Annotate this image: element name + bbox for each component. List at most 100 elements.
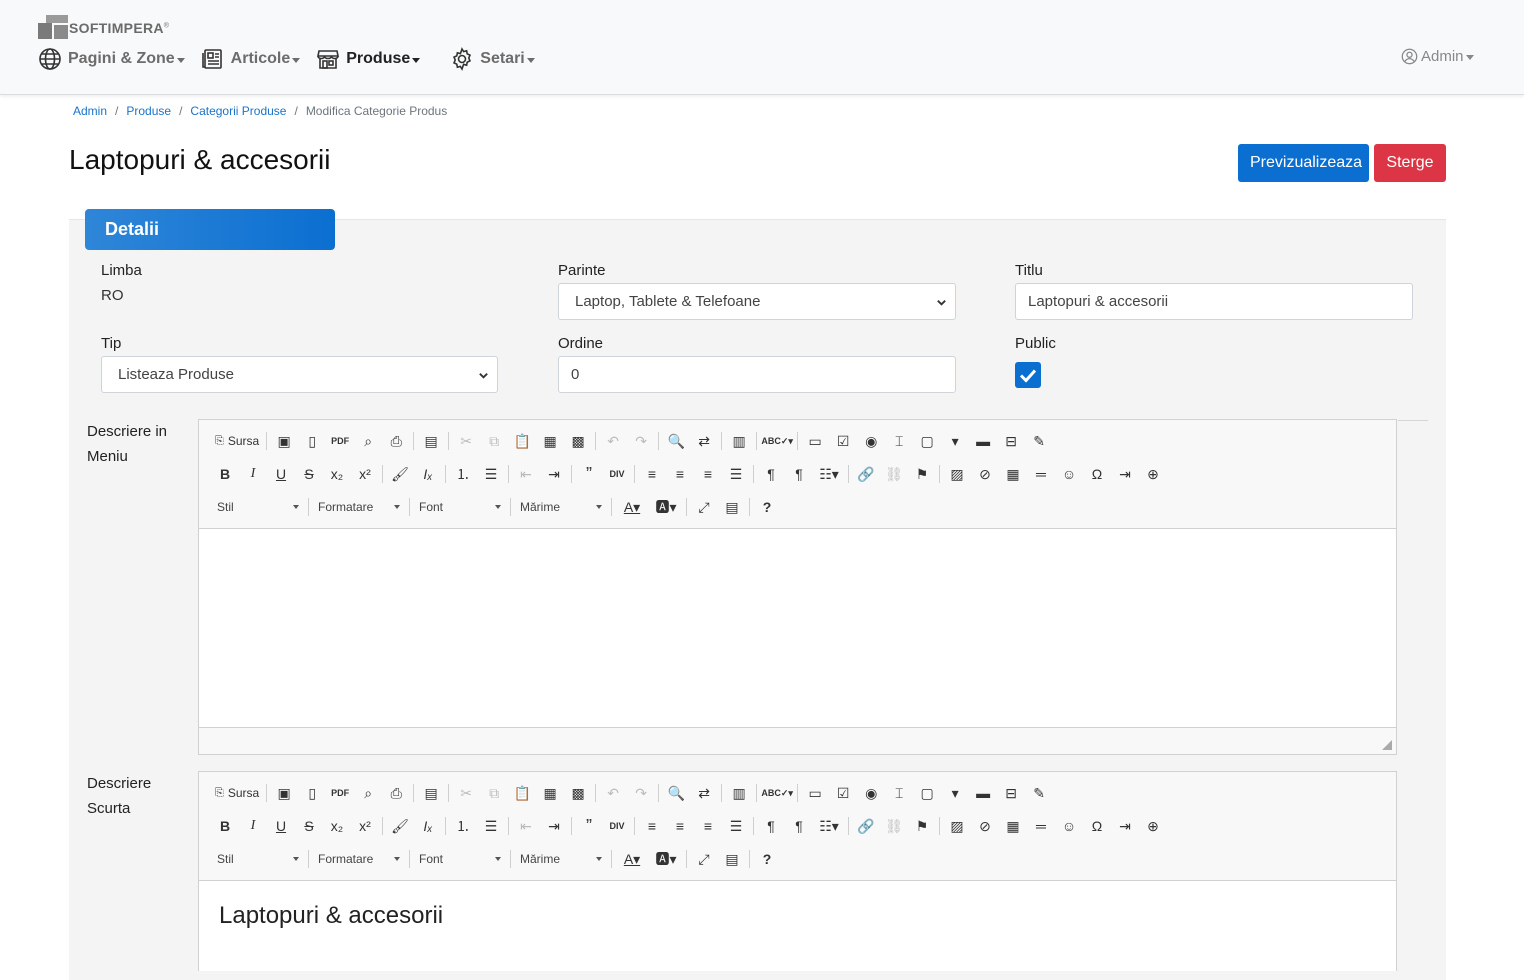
subscript-icon[interactable]: x₂ bbox=[323, 814, 351, 838]
undo-icon[interactable]: ↶ bbox=[599, 781, 627, 805]
page-break-icon[interactable]: ⇥ bbox=[1111, 814, 1139, 838]
public-checkbox[interactable] bbox=[1015, 362, 1041, 388]
subscript-icon[interactable]: x₂ bbox=[323, 462, 351, 486]
strike-icon[interactable]: S bbox=[295, 462, 323, 486]
link-icon[interactable]: 🔗 bbox=[852, 462, 880, 486]
breadcrumb-produse[interactable]: Produse bbox=[126, 104, 171, 118]
paste-icon[interactable]: 📋 bbox=[508, 781, 536, 805]
paste-text-icon[interactable]: ▦ bbox=[536, 429, 564, 453]
align-left-icon[interactable]: ≡ bbox=[638, 814, 666, 838]
image-button-icon[interactable]: ⊟ bbox=[997, 429, 1025, 453]
table-icon[interactable]: ▦ bbox=[999, 814, 1027, 838]
nav-produse[interactable]: Produse bbox=[316, 45, 421, 73]
print-icon[interactable]: ⎙ bbox=[382, 429, 410, 453]
radio-icon[interactable]: ◉ bbox=[857, 781, 885, 805]
user-menu[interactable]: Admin bbox=[1401, 48, 1474, 65]
image-icon[interactable]: ▨ bbox=[943, 814, 971, 838]
link-icon[interactable]: 🔗 bbox=[852, 814, 880, 838]
maximize-icon[interactable]: ⤢ bbox=[690, 495, 718, 519]
editor-content[interactable] bbox=[199, 528, 1396, 728]
new-page-icon[interactable]: ▯ bbox=[298, 429, 326, 453]
smiley-icon[interactable]: ☺ bbox=[1055, 462, 1083, 486]
ordine-input[interactable]: 0 bbox=[558, 356, 956, 393]
parinte-select[interactable]: Laptop, Tablete & Telefoane bbox=[558, 283, 956, 320]
show-blocks-icon[interactable]: ▤ bbox=[718, 847, 746, 871]
checkbox-icon[interactable]: ☑ bbox=[829, 429, 857, 453]
anchor-flag-icon[interactable]: ⚑ bbox=[908, 462, 936, 486]
copy-icon[interactable]: ⧉ bbox=[480, 429, 508, 453]
checkbox-icon[interactable]: ☑ bbox=[829, 781, 857, 805]
language-icon[interactable]: ☷▾ bbox=[813, 462, 845, 486]
preview-icon[interactable]: ⌕ bbox=[354, 781, 382, 805]
redo-icon[interactable]: ↷ bbox=[627, 429, 655, 453]
bold-icon[interactable]: B bbox=[211, 814, 239, 838]
indent-icon[interactable]: ⇥ bbox=[540, 462, 568, 486]
editor-content[interactable]: Laptopuri & accesorii bbox=[199, 880, 1396, 972]
form-icon[interactable]: ▭ bbox=[801, 429, 829, 453]
export-pdf-icon[interactable]: PDF bbox=[326, 429, 354, 453]
help-icon[interactable]: ? bbox=[753, 495, 781, 519]
superscript-icon[interactable]: x² bbox=[351, 462, 379, 486]
replace-icon[interactable]: ⇄ bbox=[690, 781, 718, 805]
justify-icon[interactable]: ☰ bbox=[722, 462, 750, 486]
bg-color-icon[interactable]: 🅰▾ bbox=[649, 847, 683, 871]
replace-icon[interactable]: ⇄ bbox=[690, 429, 718, 453]
print-icon[interactable]: ⎙ bbox=[382, 781, 410, 805]
templates-icon[interactable]: ▤ bbox=[417, 781, 445, 805]
textfield-icon[interactable]: ⌶ bbox=[885, 429, 913, 453]
font-combo[interactable]: Font bbox=[413, 847, 507, 871]
find-icon[interactable]: 🔍 bbox=[662, 781, 690, 805]
anchor-flag-icon[interactable]: ⚑ bbox=[908, 814, 936, 838]
textarea-icon[interactable]: ▢ bbox=[913, 429, 941, 453]
image-icon[interactable]: ▨ bbox=[943, 462, 971, 486]
spellcheck-icon[interactable]: ABC✓▾ bbox=[760, 781, 794, 805]
div-icon[interactable]: DIV bbox=[603, 814, 631, 838]
breadcrumb-categorii[interactable]: Categorii Produse bbox=[190, 104, 286, 118]
textfield-icon[interactable]: ⌶ bbox=[885, 781, 913, 805]
div-icon[interactable]: DIV bbox=[603, 462, 631, 486]
table-icon[interactable]: ▦ bbox=[999, 462, 1027, 486]
language-icon[interactable]: ☷▾ bbox=[813, 814, 845, 838]
iframe-icon[interactable]: ⊕ bbox=[1139, 462, 1167, 486]
help-icon[interactable]: ? bbox=[753, 847, 781, 871]
select-field-icon[interactable]: ▾ bbox=[941, 429, 969, 453]
cut-icon[interactable]: ✂ bbox=[452, 781, 480, 805]
align-center-icon[interactable]: ≡ bbox=[666, 814, 694, 838]
blockquote-icon[interactable]: ” bbox=[575, 814, 603, 838]
size-combo[interactable]: Mărime bbox=[514, 495, 608, 519]
rtl-icon[interactable]: ¶ bbox=[785, 814, 813, 838]
align-right-icon[interactable]: ≡ bbox=[694, 462, 722, 486]
bulleted-list-icon[interactable]: ☰ bbox=[477, 462, 505, 486]
preview-icon[interactable]: ⌕ bbox=[354, 429, 382, 453]
superscript-icon[interactable]: x² bbox=[351, 814, 379, 838]
new-page-icon[interactable]: ▯ bbox=[298, 781, 326, 805]
select-all-icon[interactable]: ▥ bbox=[725, 781, 753, 805]
breadcrumb-admin[interactable]: Admin bbox=[73, 104, 107, 118]
flash-icon[interactable]: ⊘ bbox=[971, 462, 999, 486]
paste-icon[interactable]: 📋 bbox=[508, 429, 536, 453]
text-color-icon[interactable]: A▾ bbox=[615, 847, 649, 871]
unlink-icon[interactable]: ⛓ bbox=[880, 462, 908, 486]
delete-button[interactable]: Sterge bbox=[1374, 144, 1446, 182]
remove-format-icon[interactable]: Iₓ bbox=[414, 462, 442, 486]
blockquote-icon[interactable]: ” bbox=[575, 462, 603, 486]
hidden-field-icon[interactable]: ✎ bbox=[1025, 781, 1053, 805]
style-combo[interactable]: Stil bbox=[211, 847, 305, 871]
underline-icon[interactable]: U bbox=[267, 814, 295, 838]
redo-icon[interactable]: ↷ bbox=[627, 781, 655, 805]
source-button[interactable]: ⎘ Sursa bbox=[211, 429, 263, 453]
form-icon[interactable]: ▭ bbox=[801, 781, 829, 805]
nav-setari[interactable]: Setari bbox=[450, 45, 535, 73]
undo-icon[interactable]: ↶ bbox=[599, 429, 627, 453]
button-field-icon[interactable]: ▬ bbox=[969, 429, 997, 453]
paste-text-icon[interactable]: ▦ bbox=[536, 781, 564, 805]
select-all-icon[interactable]: ▥ bbox=[725, 429, 753, 453]
horizontal-rule-icon[interactable]: ═ bbox=[1027, 462, 1055, 486]
save-icon[interactable]: ▣ bbox=[270, 429, 298, 453]
indent-icon[interactable]: ⇥ bbox=[540, 814, 568, 838]
remove-format-icon[interactable]: Iₓ bbox=[414, 814, 442, 838]
copy-icon[interactable]: ⧉ bbox=[480, 781, 508, 805]
export-pdf-icon[interactable]: PDF bbox=[326, 781, 354, 805]
special-char-icon[interactable]: Ω bbox=[1083, 462, 1111, 486]
size-combo[interactable]: Mărime bbox=[514, 847, 608, 871]
